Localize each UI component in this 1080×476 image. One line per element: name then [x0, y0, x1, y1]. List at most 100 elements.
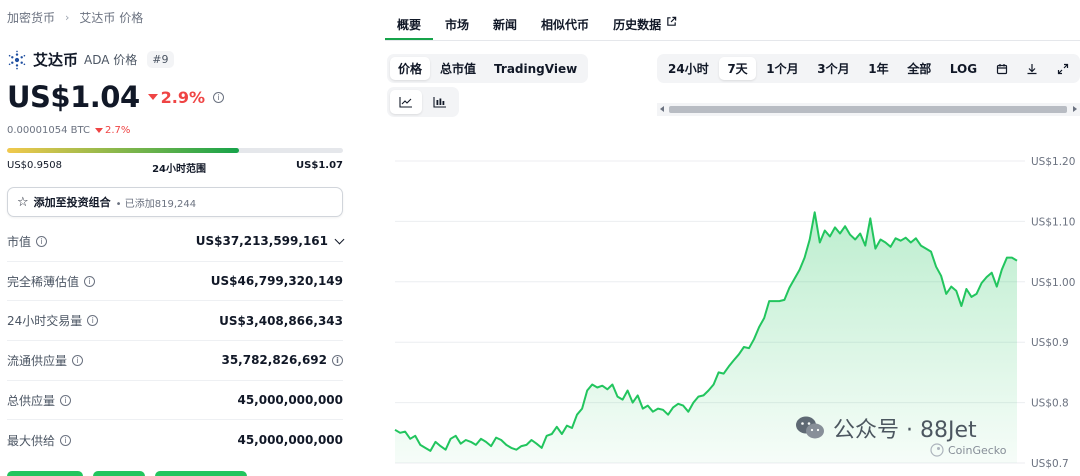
current-price: US$1.04	[7, 80, 140, 114]
action-button[interactable]	[93, 471, 145, 476]
stat-value: US$46,799,320,149	[210, 274, 343, 289]
y-tick-label: US$0.7	[1031, 458, 1069, 470]
watermark-text: 公众号 · 88Jet	[833, 418, 977, 443]
section-tabs: 概要 市场 新闻 相似代币 历史数据	[385, 6, 689, 40]
stat-row-fdv: 完全稀薄估值 i US$46,799,320,149	[7, 262, 343, 302]
range-24h[interactable]: 24小时	[660, 57, 717, 80]
range-bar	[7, 148, 343, 153]
info-icon[interactable]: i	[213, 91, 225, 103]
scroll-thumb[interactable]	[669, 106, 1067, 113]
stat-label: 完全稀薄估值	[7, 274, 80, 289]
stats-table: 市值 i US$37,213,599,161 完全稀薄估值 i US$46,799,…	[7, 222, 345, 460]
stat-value: 45,000,000,000	[237, 393, 343, 408]
star-icon: ☆	[17, 194, 29, 210]
portfolio-added-count: • 已添加819,244	[115, 198, 197, 210]
info-icon[interactable]: i	[72, 354, 84, 366]
tab-similar-coins[interactable]: 相似代币	[529, 6, 601, 40]
price-change-value: 2.9%	[160, 87, 206, 107]
candlestick-toggle[interactable]	[424, 90, 456, 114]
add-to-portfolio-label: 添加至投资组合	[33, 196, 111, 209]
tabs-divider	[385, 40, 1080, 41]
coin-name: 艾达币	[33, 51, 79, 69]
cardano-logo-icon	[8, 50, 26, 69]
y-tick-label: US$0.8	[1031, 398, 1069, 410]
external-link-icon	[667, 16, 677, 26]
line-chart-toggle[interactable]	[390, 90, 422, 114]
coingecko-logo-icon	[930, 443, 944, 457]
calendar-button[interactable]	[988, 57, 1016, 80]
rank-badge: #9	[147, 51, 174, 68]
download-button[interactable]	[1018, 57, 1046, 80]
buy-button[interactable]	[7, 471, 83, 476]
btc-price: 0.00001054 BTC	[7, 125, 90, 136]
coin-header: 艾达币 ADA 价格 #9	[7, 49, 174, 70]
stat-label: 总供应量	[7, 393, 56, 408]
info-icon[interactable]: i	[84, 275, 96, 287]
info-icon[interactable]: i	[60, 434, 72, 446]
btc-change: 2.7%	[94, 125, 130, 136]
line-chart-icon	[399, 97, 412, 108]
range-label: 24小时范围	[152, 164, 206, 175]
add-to-portfolio-button[interactable]: ☆ 添加至投资组合 • 已添加819,244	[7, 187, 343, 217]
expand-icon	[1057, 63, 1069, 74]
chart-panel: 概要 市场 新闻 相似代币 历史数据 价格 总市值 TradingView 24…	[385, 0, 1080, 476]
log-scale-toggle[interactable]: LOG	[942, 57, 985, 80]
range-all[interactable]: 全部	[899, 57, 939, 80]
tab-label: 相似代币	[541, 18, 590, 32]
breadcrumb-separator-icon: ›	[65, 11, 70, 24]
stat-label: 24小时交易量	[7, 314, 83, 329]
info-icon[interactable]: i	[87, 315, 99, 327]
action-button[interactable]	[155, 471, 247, 476]
chart-type-price[interactable]: 价格	[390, 57, 431, 80]
tab-markets[interactable]: 市场	[433, 6, 481, 40]
stat-value: US$3,408,866,343	[219, 313, 343, 328]
tab-historical-data[interactable]: 历史数据	[601, 6, 689, 40]
breadcrumb-current: 艾达币 价格	[79, 11, 144, 25]
watermark: 公众号 · 88Jet	[795, 412, 977, 444]
breadcrumb-root-link[interactable]: 加密货币	[7, 9, 55, 26]
info-icon[interactable]: i	[332, 354, 343, 366]
chevron-down-icon[interactable]	[334, 234, 345, 245]
coingecko-text: CoinGecko	[948, 443, 1007, 457]
chart-scrollbar[interactable]	[657, 103, 1080, 116]
tab-news[interactable]: 新闻	[481, 6, 529, 40]
info-icon[interactable]: i	[60, 394, 72, 406]
caret-down-icon	[94, 128, 103, 133]
range-high: US$1.07	[296, 160, 343, 171]
scroll-left-icon[interactable]	[660, 106, 664, 112]
range-7d[interactable]: 7天	[719, 57, 756, 80]
download-icon	[1027, 63, 1037, 74]
stat-value: 45,000,000,000	[237, 433, 343, 448]
stat-label: 最大供给	[7, 433, 56, 448]
coingecko-watermark: CoinGecko	[930, 443, 1007, 457]
y-tick-label: US$1.00	[1031, 277, 1075, 289]
range-1m[interactable]: 1个月	[758, 57, 806, 80]
scroll-right-icon[interactable]	[1073, 106, 1077, 112]
range-labels: US$0.9508 24小时范围 US$1.07	[7, 160, 343, 175]
stat-label: 流通供应量	[7, 353, 68, 368]
range-3m[interactable]: 3个月	[809, 57, 857, 80]
chart-type-tradingview[interactable]: TradingView	[486, 57, 585, 80]
time-range-selector: 24小时 7天 1个月 3个月 1年 全部 LOG	[657, 54, 1080, 83]
caret-down-icon	[147, 94, 158, 100]
stat-row-max-supply: 最大供给 i 45,000,000,000	[7, 420, 343, 460]
range-bar-fill	[7, 148, 239, 153]
btc-price-row: 0.00001054 BTC 2.7%	[7, 125, 130, 136]
y-tick-label: US$0.9	[1031, 337, 1069, 349]
price-row: US$1.04 2.9% i	[7, 80, 225, 114]
stat-row-market-cap: 市值 i US$37,213,599,161	[7, 222, 345, 262]
stat-row-total-supply: 总供应量 i 45,000,000,000	[7, 381, 343, 421]
range-1y[interactable]: 1年	[860, 57, 896, 80]
chart-type-market-cap[interactable]: 总市值	[432, 57, 484, 80]
tab-label: 历史数据	[613, 18, 662, 32]
info-icon[interactable]: i	[36, 235, 48, 247]
chart-style-selector	[387, 87, 459, 117]
tab-overview[interactable]: 概要	[385, 6, 434, 40]
tab-label: 新闻	[493, 18, 518, 32]
candlestick-icon	[433, 97, 446, 108]
fullscreen-button[interactable]	[1049, 57, 1077, 80]
chart-type-selector: 价格 总市值 TradingView	[387, 54, 589, 83]
calendar-icon	[996, 63, 1007, 74]
price-change: 2.9%	[147, 87, 206, 107]
stat-label: 市值	[7, 234, 32, 249]
